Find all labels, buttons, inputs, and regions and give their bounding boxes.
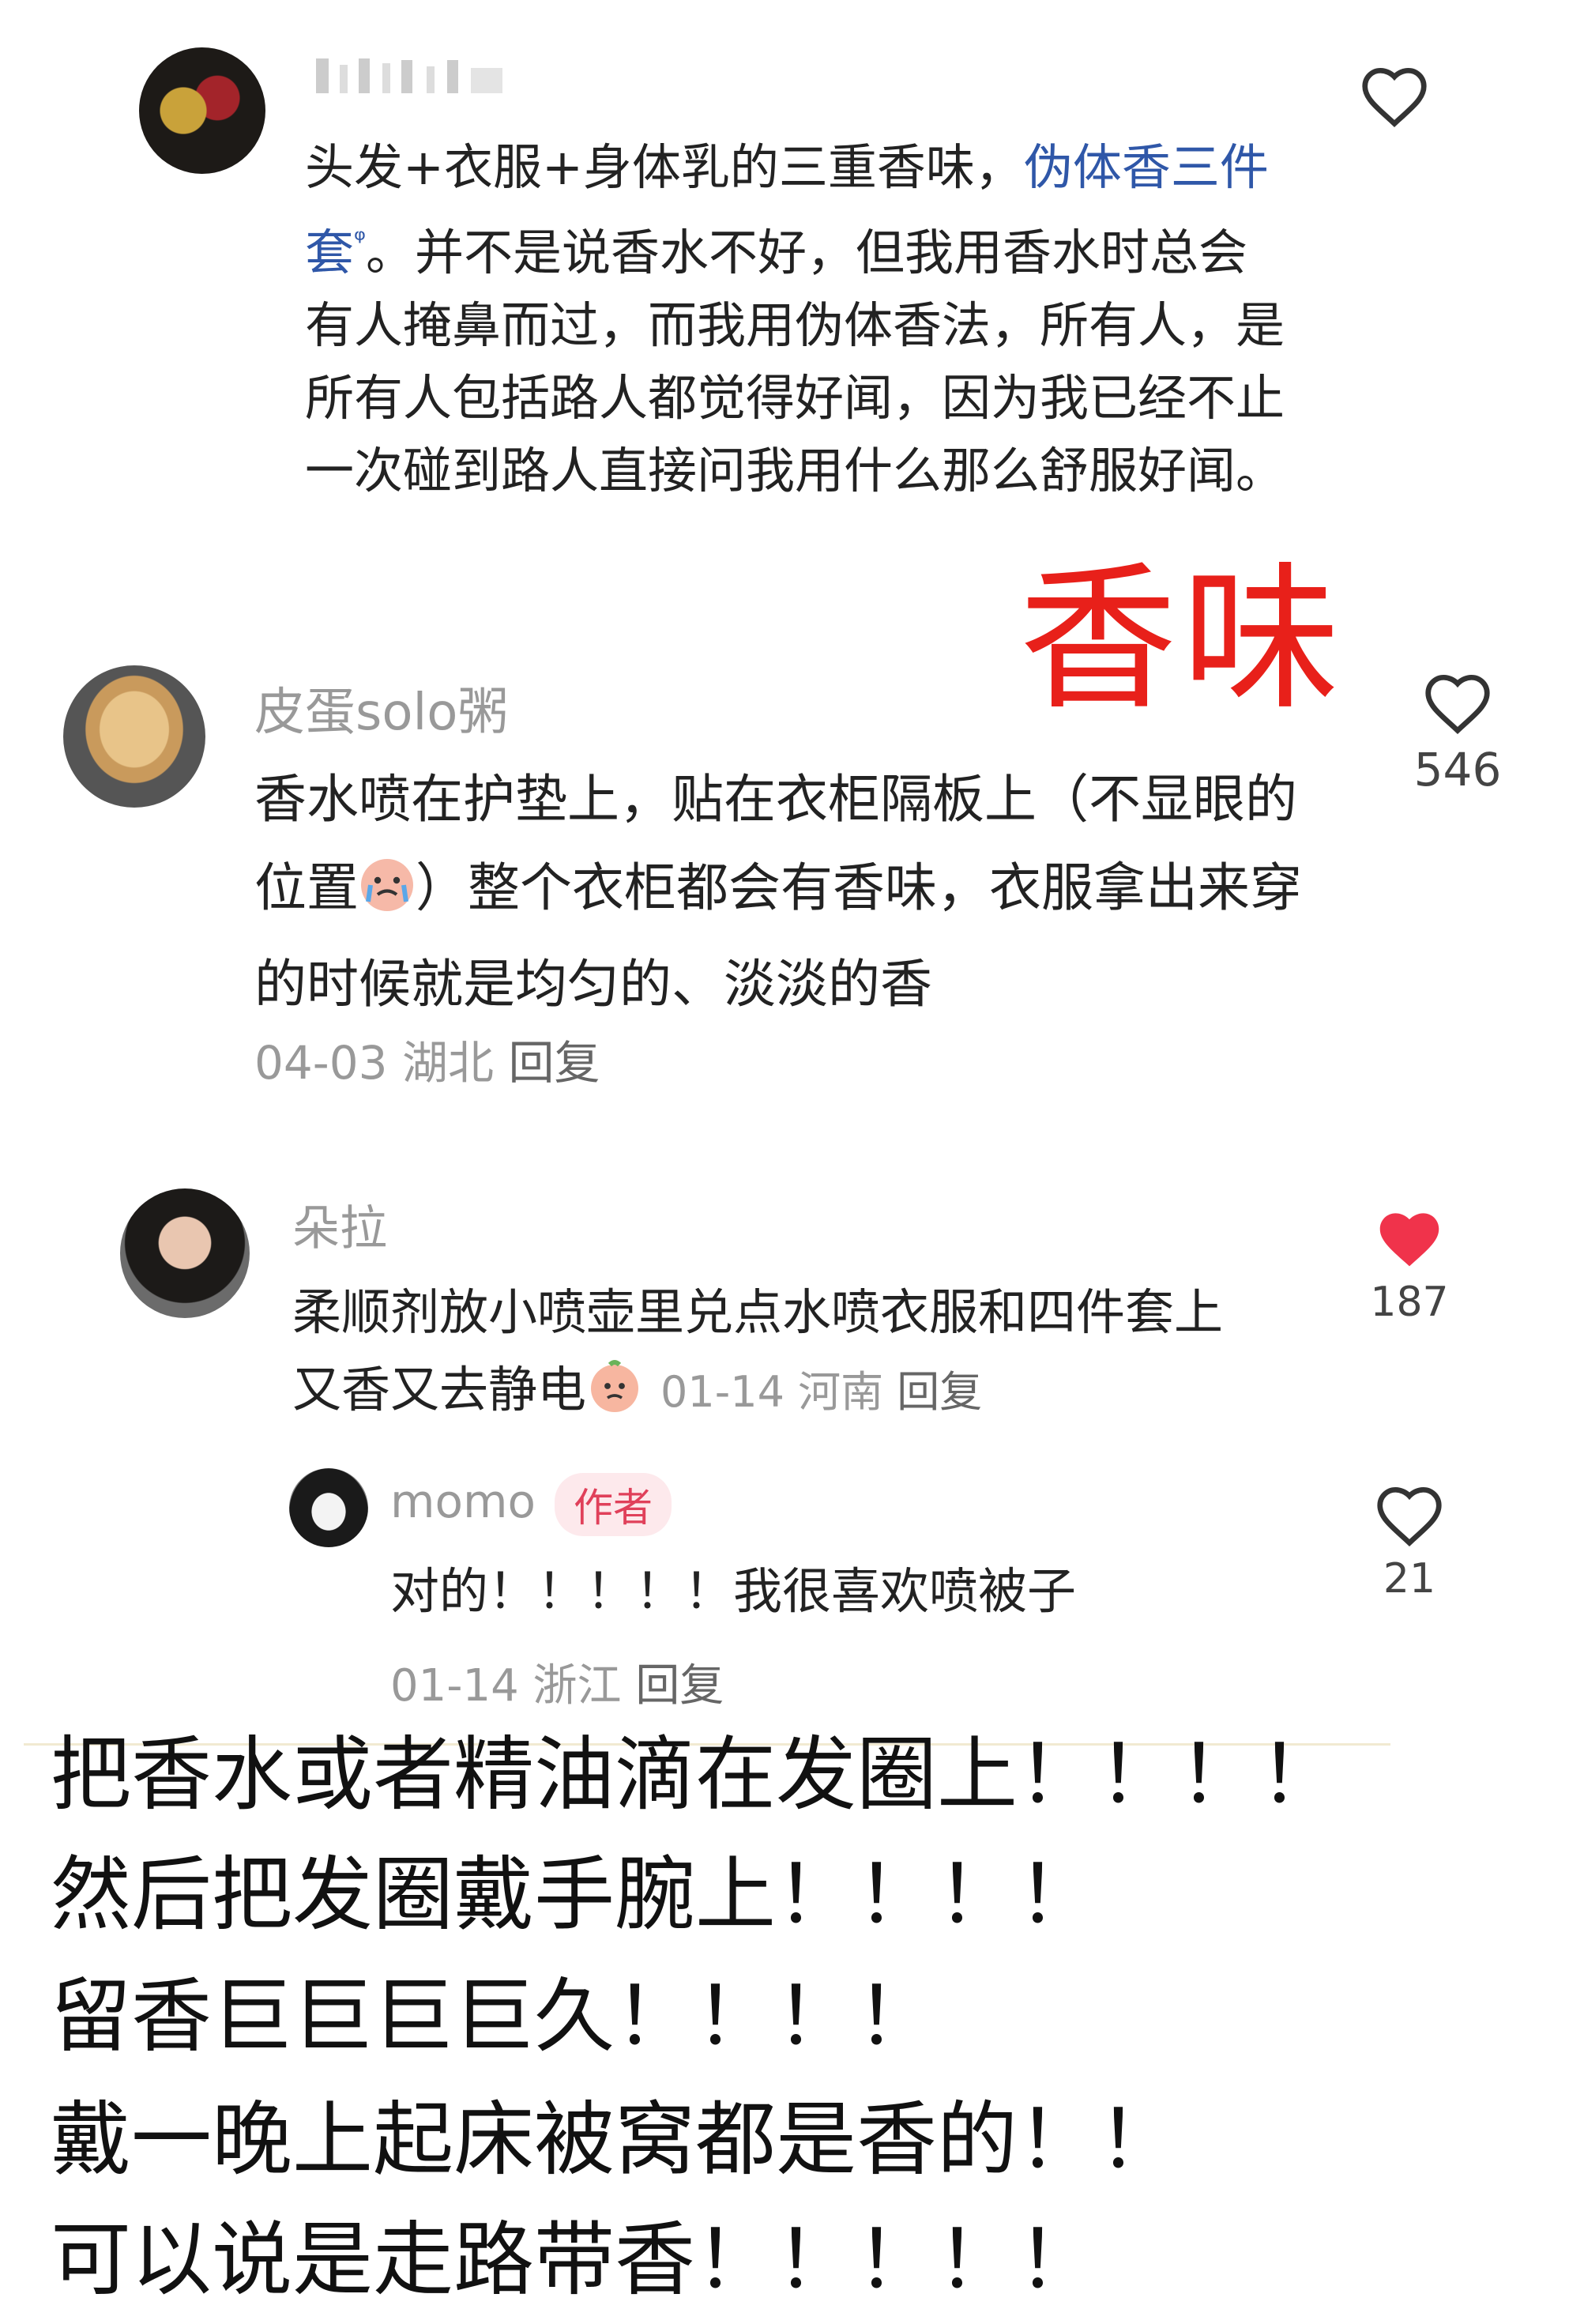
comment-3-meta: 01-14 河南 回复 — [660, 1367, 982, 1417]
comment-1-text: 头发+衣服+身体乳的三重香味，伪体香三件套ᵠ。并不是说香水不好，但我用香水时总会… — [305, 131, 1292, 507]
like-count: 21 — [1383, 1555, 1436, 1603]
reply-button[interactable]: 回复 — [508, 1036, 600, 1090]
comment-date: 01-14 — [660, 1367, 784, 1417]
annotation-label: 香味 — [1019, 548, 1345, 732]
overlay-line-1: 把香水或者精油滴在发圈上！！！！ — [51, 1728, 1340, 1822]
overlay-line-2: 然后把发圈戴手腕上！！！！ — [51, 1848, 1098, 1942]
username-comment-2[interactable]: 皮蛋solo粥 — [254, 672, 508, 744]
heart-outline-icon — [1421, 670, 1494, 735]
comment-date: 04-03 — [254, 1036, 388, 1090]
comment-2-meta: 04-03 湖北 回复 — [254, 1026, 600, 1092]
avatar-comment-4[interactable] — [289, 1468, 368, 1547]
comment-date: 01-14 — [390, 1660, 519, 1712]
overlay-line-4: 戴一晚上起床被窝都是香的！！ — [51, 2093, 1179, 2187]
heart-filled-icon — [1373, 1206, 1446, 1271]
reply-button[interactable]: 回复 — [897, 1367, 982, 1417]
comment-1-text-part2: 。并不是说香水不好，但我用香水时总会有人掩鼻而过，而我用伪体香法，所有人，是所有… — [305, 224, 1285, 499]
peach-emoji-icon — [586, 1358, 643, 1437]
like-button-comment-2[interactable]: 546 — [1398, 670, 1517, 797]
username-text: momo — [390, 1475, 536, 1529]
username-comment-1[interactable] — [316, 51, 553, 98]
like-button-comment-4[interactable]: 21 — [1370, 1482, 1449, 1603]
blurred-username-mask — [316, 58, 502, 93]
overlay-line-3: 留香巨巨巨巨久！！！！ — [51, 1970, 937, 2064]
comment-location: 浙江 — [532, 1660, 622, 1712]
avatar-comment-2[interactable] — [63, 665, 205, 808]
comment-1-text-part1: 头发+衣服+身体乳的三重香味， — [305, 138, 1024, 196]
comment-2-text: 香水喷在护垫上，贴在衣柜隔板上（不显眼的位置 ）整个衣柜都会有香味，衣服拿出来穿的… — [254, 755, 1345, 1029]
comment-location: 河南 — [798, 1367, 884, 1417]
comment-4-text: 对的！！！！！我很喜欢喷被子 — [390, 1562, 1077, 1620]
comment-location: 湖北 — [401, 1036, 494, 1090]
username-comment-4[interactable]: momo 作者 — [390, 1473, 672, 1536]
like-button-comment-1[interactable] — [1351, 63, 1438, 128]
comment-4-meta: 01-14 浙江 回复 — [390, 1650, 724, 1714]
overlay-line-5: 可以说是走路带香！！！！！ — [51, 2213, 1098, 2307]
like-count: 187 — [1370, 1279, 1449, 1326]
avatar-comment-1[interactable] — [139, 47, 265, 174]
search-icon: ᵠ — [354, 224, 366, 256]
avatar-comment-3[interactable] — [120, 1188, 250, 1318]
username-comment-3[interactable]: 朵拉 — [292, 1190, 387, 1259]
reply-button[interactable]: 回复 — [635, 1660, 724, 1712]
author-badge: 作者 — [554, 1473, 672, 1536]
heart-outline-icon — [1373, 1482, 1446, 1547]
comment-3-text: 柔顺剂放小喷壶里兑点水喷衣服和四件套上又香又去静电 01-14 河南 回复 — [292, 1274, 1248, 1437]
heart-outline-icon — [1358, 63, 1431, 128]
like-button-comment-3[interactable]: 187 — [1354, 1206, 1465, 1326]
like-count: 546 — [1413, 743, 1502, 797]
crying-face-emoji-icon — [359, 852, 416, 940]
